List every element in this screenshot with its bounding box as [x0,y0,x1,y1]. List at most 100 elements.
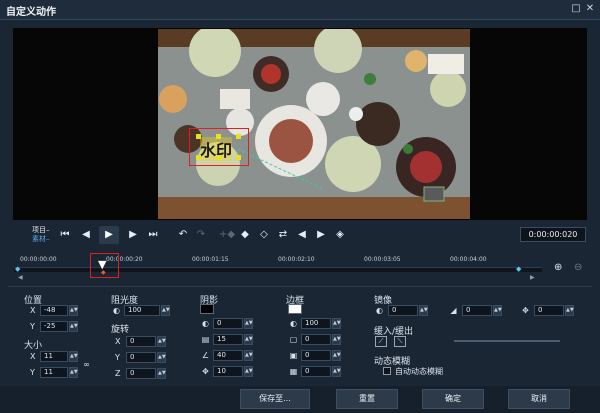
undo-icon[interactable]: ↶ [176,228,190,242]
mirror-fade-input[interactable]: 0 [462,305,492,316]
size-title: 大小 [24,341,43,351]
redo-icon[interactable]: ↷ [194,228,208,242]
ok-button[interactable]: 确定 [422,389,484,409]
shadow-distance-input[interactable]: 10 [213,366,243,377]
rotation-x-input[interactable]: 0 [126,336,156,347]
play-button[interactable]: ▶ [99,226,119,244]
resize-handle[interactable] [216,155,221,160]
ease-in-button[interactable]: ⟋ [375,336,387,347]
border-corner-stepper[interactable]: ▲▼ [332,350,341,361]
next-frame-icon[interactable]: ▶ [126,228,140,242]
border-width-stepper[interactable]: ▲▼ [332,334,341,345]
shadow-distance-icon: ✥ [202,367,209,376]
size-x-input[interactable]: 11 [40,351,68,362]
border-color-swatch[interactable] [288,304,302,314]
keyframe-left-icon[interactable]: ◀ [295,228,309,242]
zoom-out-icon[interactable]: ⊖ [574,262,582,273]
previous-frame-icon[interactable]: ◀ [79,228,93,242]
timeline-tick: 00:00:00:00 [20,256,57,263]
position-x-stepper[interactable]: ▲▼ [69,305,78,316]
rotation-z-stepper[interactable]: ▲▼ [157,368,166,379]
clip-label[interactable]: 素材– [32,234,50,244]
title-bar: 自定义动作 □ ✕ [0,0,600,20]
border-opacity-input[interactable]: 100 [301,318,331,329]
position-x-label: X [30,306,36,315]
rotation-title: 旋转 [111,325,130,335]
go-to-end-icon[interactable]: ⏭ [146,228,160,242]
shadow-opacity-input[interactable]: 0 [213,318,243,329]
resize-handle[interactable] [216,134,221,139]
timeline[interactable]: 00:00:00:00 00:00:00:20 00:00:01:15 00:0… [8,252,592,282]
ease-slider[interactable] [454,340,560,342]
food-table-image [158,29,470,219]
opacity-icon: ◐ [113,306,120,315]
motion-blur-checkbox[interactable] [383,367,391,375]
mirror-fade-stepper[interactable]: ▲▼ [493,305,502,316]
timecode-display[interactable]: 0:00:00:020 [520,227,586,242]
close-icon[interactable]: ✕ [584,3,596,15]
keyframe-settings-icon[interactable]: ◈ [333,228,347,242]
mirror-offset-stepper[interactable]: ▲▼ [565,305,574,316]
shadow-angle-stepper[interactable]: ▲▼ [244,350,253,361]
rotation-y-stepper[interactable]: ▲▼ [157,352,166,363]
scroll-left-icon[interactable]: ◀ [18,274,23,281]
opacity-input[interactable]: 100 [124,305,160,316]
resize-handle[interactable] [196,134,201,139]
position-x-input[interactable]: -48 [40,305,68,316]
watermark-selection-box[interactable]: 水印 [189,128,249,166]
rotation-z-label: Z [115,369,121,378]
link-icon[interactable]: ∞ [81,359,92,370]
keyframe-marker-end[interactable]: ◆ [516,265,521,273]
size-y-input[interactable]: 11 [40,367,68,378]
mirror-offset-input[interactable]: 0 [534,305,564,316]
timeline-tick: 00:00:04:00 [450,256,487,263]
shadow-angle-icon: ∠ [201,351,210,360]
position-y-input[interactable]: -25 [40,321,68,332]
rotation-z-input[interactable]: 0 [126,368,156,379]
keyframe-marker-start[interactable]: ◆ [15,265,20,273]
add-keyframe-icon[interactable]: +◆ [219,228,235,242]
playhead-marker: ◆ [101,269,106,276]
transport-bar: 项目– 素材– ⏮ ◀ ▶ ▶ ⏭ ↶ ↷ +◆ ◆ ◇ ⇄ ◀ ▶ ◈ 0:0… [0,222,600,248]
border-opacity-icon: ◐ [290,319,297,328]
rotation-y-input[interactable]: 0 [126,352,156,363]
border-opacity-stepper[interactable]: ▲▼ [332,318,341,329]
cancel-button[interactable]: 取消 [508,389,570,409]
keyframe-right-icon[interactable]: ▶ [314,228,328,242]
border-softness-input[interactable]: 0 [301,366,331,377]
shadow-opacity-stepper[interactable]: ▲▼ [244,318,253,329]
shadow-color-swatch[interactable] [200,304,214,314]
shadow-opacity-icon: ◐ [202,319,209,328]
swap-keyframes-icon[interactable]: ⇄ [276,228,290,242]
border-corner-input[interactable]: 0 [301,350,331,361]
rotation-x-stepper[interactable]: ▲▼ [157,336,166,347]
ease-out-button[interactable]: ⟍ [394,336,406,347]
resize-handle[interactable] [236,155,241,160]
opacity-stepper[interactable]: ▲▼ [161,305,170,316]
preview-image [158,29,470,219]
resize-handle[interactable] [196,155,201,160]
mirror-opacity-input[interactable]: 0 [388,305,418,316]
size-y-stepper[interactable]: ▲▼ [69,367,78,378]
invert-keyframes-icon[interactable]: ◇ [257,228,271,242]
mirror-opacity-stepper[interactable]: ▲▼ [419,305,428,316]
scroll-right-icon[interactable]: ▶ [530,274,535,281]
resize-handle[interactable] [236,134,241,139]
remove-keyframe-icon[interactable]: ◆ [238,228,252,242]
go-to-start-icon[interactable]: ⏮ [58,228,72,242]
size-x-stepper[interactable]: ▲▼ [69,351,78,362]
reset-button[interactable]: 重置 [336,389,398,409]
save-as-button[interactable]: 保存至... [240,389,310,409]
shadow-distance-stepper[interactable]: ▲▼ [244,366,253,377]
border-width-input[interactable]: 0 [301,334,331,345]
shadow-blur-input[interactable]: 15 [213,334,243,345]
position-y-stepper[interactable]: ▲▼ [69,321,78,332]
border-softness-stepper[interactable]: ▲▼ [332,366,341,377]
footer-bar: 保存至... 重置 确定 取消 [0,386,600,413]
zoom-in-icon[interactable]: ⊕ [554,262,562,273]
shadow-blur-icon: ▤ [201,335,210,344]
rotation-y-label: Y [115,353,120,362]
shadow-angle-input[interactable]: 40 [213,350,243,361]
maximize-icon[interactable]: □ [570,3,582,15]
shadow-blur-stepper[interactable]: ▲▼ [244,334,253,345]
